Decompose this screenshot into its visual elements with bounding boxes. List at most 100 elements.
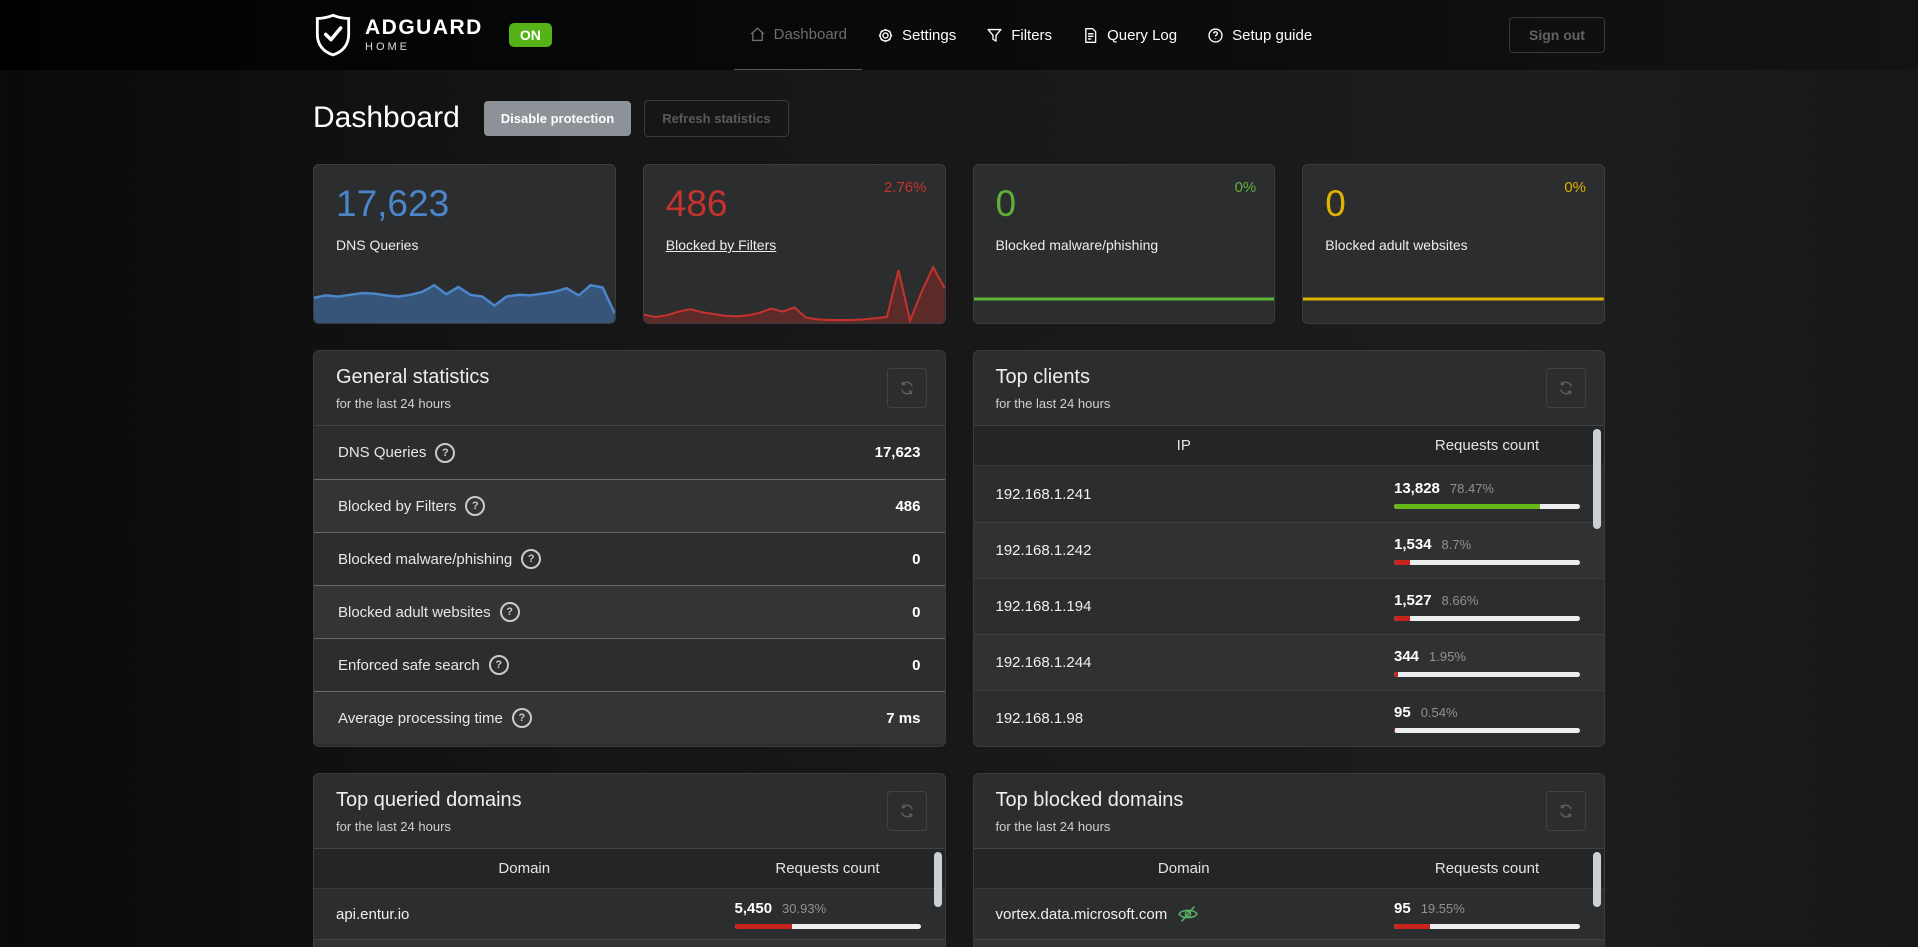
column-header-requests[interactable]: Requests count	[735, 860, 921, 877]
column-header-domain[interactable]: Domain	[314, 860, 735, 877]
cell-text: 192.168.1.244	[995, 654, 1092, 671]
refresh-icon	[900, 804, 913, 818]
panel-subtitle: for the last 24 hours	[995, 396, 1111, 411]
nav-item-settings[interactable]: Settings	[862, 0, 971, 70]
stat-label: Average processing time?	[338, 708, 532, 728]
panel-subtitle: for the last 24 hours	[336, 819, 451, 834]
requests-count: 5,450	[734, 899, 773, 917]
requests-count: 344	[1394, 648, 1420, 665]
card-percent: 2.76%	[883, 179, 927, 196]
progress-bar	[1394, 616, 1580, 621]
filter-icon	[987, 28, 1002, 42]
help-icon[interactable]: ?	[435, 442, 456, 463]
dashboard-page: Dashboard Disable protection Refresh sta…	[313, 98, 1605, 947]
client-ip[interactable]: 192.168.1.194	[974, 598, 1395, 615]
table-row: vortex.data.microsoft.com 95 19.55%	[974, 889, 1605, 939]
progress-bar	[1394, 672, 1580, 677]
stat-label-text: Average processing time	[338, 709, 503, 727]
help-icon[interactable]: ?	[465, 496, 486, 516]
domain-name[interactable]: api.entur.io	[314, 906, 735, 923]
stat-label: Enforced safe search?	[338, 655, 509, 675]
refresh-icon	[1560, 381, 1572, 395]
card-label: DNS Queries	[336, 237, 419, 253]
vertical-scrollbar[interactable]	[1593, 429, 1601, 743]
stat-label: Blocked adult websites?	[338, 602, 520, 622]
gear-icon	[878, 28, 893, 42]
card-value: 0	[1325, 183, 1346, 224]
stat-value: 17,623	[874, 444, 921, 461]
column-header-ip[interactable]: IP	[974, 437, 1395, 454]
column-header-requests[interactable]: Requests count	[1394, 437, 1580, 454]
progress-bar-fill	[1394, 560, 1411, 565]
refresh-statistics-button[interactable]: Refresh statistics	[644, 99, 789, 137]
client-ip[interactable]: 192.168.1.98	[974, 710, 1395, 727]
stat-row: DNS Queries? 17,623	[314, 426, 945, 479]
column-header-domain[interactable]: Domain	[974, 860, 1395, 877]
progress-bar	[1394, 728, 1580, 733]
help-icon[interactable]: ?	[488, 655, 509, 675]
cell-text: 192.168.1.194	[995, 598, 1092, 615]
requests-count: 95	[1394, 899, 1411, 917]
cell-text: vortex.data.microsoft.com	[995, 905, 1168, 923]
requests-percent: 78.47%	[1449, 480, 1494, 496]
requests-count-cell: 344 1.95%	[1394, 648, 1580, 677]
help-icon[interactable]: ?	[521, 549, 542, 569]
nav-item-query-log[interactable]: Query Log	[1067, 0, 1192, 70]
card-value: 0	[995, 183, 1017, 224]
refresh-panel-button[interactable]	[1546, 791, 1586, 831]
nav-item-label: Setup guide	[1232, 26, 1313, 44]
table-row: api.entur.io 5,450 30.93%	[314, 889, 945, 939]
help-icon[interactable]: ?	[499, 602, 520, 622]
requests-percent: 8.7%	[1441, 537, 1472, 552]
vertical-scrollbar[interactable]	[1593, 852, 1601, 947]
top-clients-panel: Top clients for the last 24 hours IP Req…	[972, 350, 1605, 747]
card-blocked-adult: 0 0% Blocked adult websites	[1302, 164, 1605, 324]
requests-count-cell: 1,534 8.7%	[1394, 536, 1580, 565]
top-queried-domains-panel: Top queried domains for the last 24 hour…	[313, 773, 946, 947]
sign-out-button[interactable]: Sign out	[1508, 17, 1605, 53]
blocked-malware-sparkline	[974, 263, 1275, 323]
partial-next-row	[973, 939, 1604, 947]
domain-name[interactable]: vortex.data.microsoft.com	[974, 903, 1395, 925]
dns-queries-sparkline	[314, 263, 615, 323]
refresh-panel-button[interactable]	[886, 791, 927, 831]
nav-item-setup-guide[interactable]: Setup guide	[1192, 0, 1327, 70]
adguard-logo: ADGUARD HOME ON	[313, 13, 552, 57]
nav-menu: Dashboard Settings Filters Query Log Set…	[733, 0, 1328, 70]
nav-item-dashboard[interactable]: Dashboard	[733, 0, 863, 70]
card-percent: 0%	[1564, 179, 1586, 196]
card-percent: 0%	[1234, 179, 1257, 196]
stat-label-text: Blocked by Filters	[338, 497, 457, 515]
stat-label-text: Blocked adult websites	[338, 603, 491, 621]
card-label-link[interactable]: Blocked by Filters	[666, 237, 776, 253]
table-row: 192.168.1.194 1,527 8.66%	[973, 578, 1604, 634]
nav-item-filters[interactable]: Filters	[971, 0, 1067, 70]
refresh-panel-button[interactable]	[1546, 368, 1586, 408]
client-ip[interactable]: 192.168.1.244	[974, 654, 1395, 671]
eye-slash-icon[interactable]	[1177, 903, 1199, 925]
scrollbar-thumb[interactable]	[933, 852, 942, 907]
table-row: 192.168.1.98 95 0.54%	[973, 690, 1604, 746]
question-circle-icon	[1208, 27, 1223, 43]
help-icon[interactable]: ?	[511, 708, 532, 728]
progress-bar	[734, 923, 921, 929]
client-ip[interactable]: 192.168.1.242	[974, 542, 1395, 559]
vertical-scrollbar[interactable]	[933, 852, 942, 947]
blocked-filters-sparkline	[643, 263, 945, 323]
requests-count: 13,828	[1394, 479, 1440, 497]
disable-protection-button[interactable]: Disable protection	[483, 100, 632, 136]
panel-title: General statistics	[336, 366, 490, 388]
requests-percent: 0.54%	[1420, 705, 1458, 720]
cell-text: 192.168.1.241	[995, 485, 1092, 503]
cell-text: 192.168.1.242	[995, 542, 1092, 559]
column-header-requests[interactable]: Requests count	[1394, 860, 1580, 877]
client-ip[interactable]: 192.168.1.241	[974, 486, 1395, 503]
page-title: Dashboard	[313, 101, 460, 134]
scrollbar-thumb[interactable]	[1593, 852, 1601, 907]
refresh-panel-button[interactable]	[886, 368, 927, 408]
cell-text: api.entur.io	[336, 905, 410, 923]
panel-subtitle: for the last 24 hours	[995, 819, 1111, 834]
home-icon	[750, 27, 764, 42]
scrollbar-thumb[interactable]	[1593, 429, 1601, 529]
blocked-adult-sparkline	[1303, 263, 1604, 323]
